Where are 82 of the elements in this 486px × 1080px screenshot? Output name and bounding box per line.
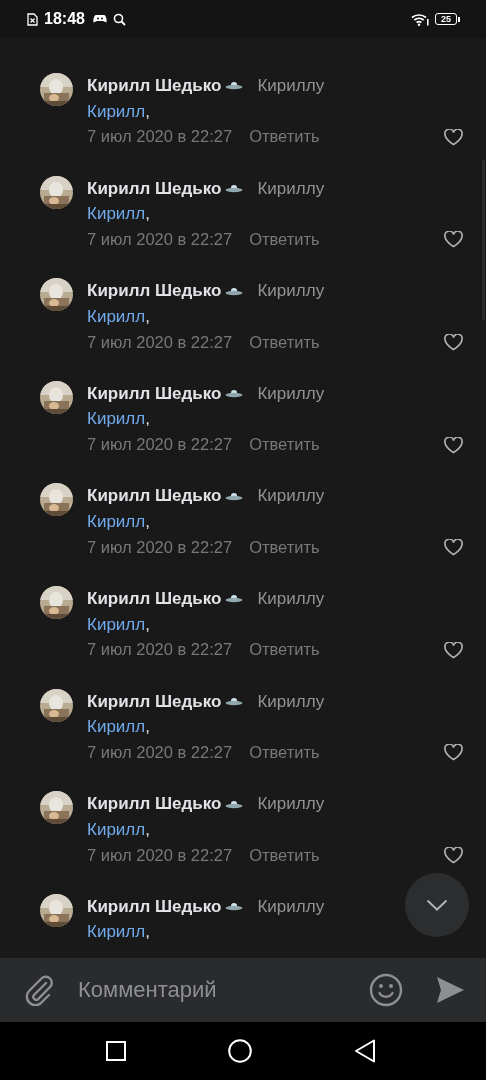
ufo-icon: [225, 594, 244, 604]
reply-to-name[interactable]: Кириллу: [257, 688, 325, 715]
comment-text: ,: [145, 818, 150, 841]
reply-link[interactable]: Ответить: [249, 842, 320, 869]
ufo-icon: [225, 696, 244, 706]
comment-text: ,: [145, 716, 150, 739]
ufo-icon: [225, 799, 244, 809]
mention-link[interactable]: Кирилл: [87, 919, 146, 946]
author-name[interactable]: Кирилл Шедько: [87, 73, 222, 99]
wifi-icon: [411, 12, 429, 26]
comment-date: 7 июл 2020 в 22:27: [87, 331, 233, 353]
reply-to-name[interactable]: Кириллу: [257, 791, 325, 817]
mention-link[interactable]: Кирилл: [87, 303, 146, 330]
mention-link[interactable]: Кирилл: [87, 611, 146, 638]
comment-text: ,: [145, 203, 150, 226]
heart-icon[interactable]: [444, 231, 463, 249]
recents-button[interactable]: [106, 1041, 126, 1061]
comment-date: 7 июл 2020 в 22:27: [87, 844, 233, 866]
comment-date: 7 июл 2020 в 22:27: [87, 434, 233, 456]
heart-icon[interactable]: [444, 436, 463, 454]
author-name[interactable]: Кирилл Шедько: [87, 380, 222, 407]
home-button[interactable]: [228, 1039, 252, 1063]
reply-to-name[interactable]: Кириллу: [257, 73, 325, 99]
comment-text: ,: [145, 921, 150, 944]
comment-text: ,: [145, 613, 150, 636]
reply-link[interactable]: Ответить: [249, 534, 320, 561]
comment-text: ,: [145, 100, 150, 123]
search-icon: [112, 12, 126, 26]
comment-date: 7 июл 2020 в 22:27: [87, 639, 233, 661]
reply-link[interactable]: Ответить: [249, 329, 320, 356]
chevron-down-icon: [426, 899, 448, 911]
ufo-icon: [225, 389, 244, 399]
heart-icon[interactable]: [444, 539, 463, 557]
heart-icon[interactable]: [444, 128, 463, 146]
reply-to-name[interactable]: Кириллу: [257, 278, 325, 304]
heart-icon[interactable]: [444, 333, 463, 351]
back-button[interactable]: [354, 1039, 376, 1063]
heart-icon[interactable]: [444, 846, 463, 864]
gamepad-icon: [92, 14, 107, 24]
reply-to-name[interactable]: Кириллу: [257, 175, 325, 202]
comment-text: ,: [145, 511, 150, 534]
author-name[interactable]: Кирилл Шедько: [87, 791, 222, 817]
file-icon: [27, 12, 38, 26]
author-name[interactable]: Кирилл Шедько: [87, 175, 222, 202]
author-name[interactable]: Кирилл Шедько: [87, 278, 222, 304]
reply-to-name[interactable]: Кириллу: [257, 893, 325, 920]
reply-link[interactable]: Ответить: [249, 739, 320, 766]
mention-link[interactable]: Кирилл: [87, 406, 146, 433]
paperclip-icon[interactable]: [24, 974, 54, 1006]
comment-date: 7 июл 2020 в 22:27: [87, 126, 233, 148]
ufo-icon: [225, 491, 244, 501]
mention-link[interactable]: Кирилл: [87, 509, 146, 535]
reply-link[interactable]: Ответить: [249, 432, 320, 458]
heart-icon[interactable]: [444, 641, 463, 659]
reply-to-name[interactable]: Кириллу: [257, 380, 325, 407]
comment-text: ,: [145, 305, 150, 328]
send-icon[interactable]: [436, 976, 464, 1004]
mention-link[interactable]: Кирилл: [87, 98, 146, 125]
comment-text: ,: [145, 408, 150, 431]
smiley-icon[interactable]: [369, 973, 403, 1007]
heart-icon[interactable]: [444, 744, 463, 762]
ufo-icon: [225, 902, 244, 912]
reply-to-name[interactable]: Кириллу: [257, 483, 325, 510]
mention-link[interactable]: Кирилл: [87, 714, 146, 740]
reply-link[interactable]: Ответить: [249, 637, 320, 664]
comment-date: 7 июл 2020 в 22:27: [87, 229, 233, 250]
mention-link[interactable]: Кирилл: [87, 816, 146, 843]
ufo-icon: [225, 183, 244, 193]
reply-link[interactable]: Ответить: [249, 124, 320, 151]
author-name[interactable]: Кирилл Шедько: [87, 893, 222, 920]
comment-date: 7 июл 2020 в 22:27: [87, 741, 233, 763]
reply-link[interactable]: Ответить: [249, 227, 320, 253]
clock: 18:48: [44, 10, 85, 28]
reply-to-name[interactable]: Кириллу: [257, 585, 325, 612]
author-name[interactable]: Кирилл Шедько: [87, 483, 222, 510]
ufo-icon: [225, 81, 244, 91]
author-name[interactable]: Кирилл Шедько: [87, 688, 222, 715]
author-name[interactable]: Кирилл Шедько: [87, 585, 222, 612]
mention-link[interactable]: Кирилл: [87, 201, 146, 227]
ufo-icon: [225, 286, 244, 296]
battery-level: 25: [435, 13, 457, 25]
comment-date: 7 июл 2020 в 22:27: [87, 536, 233, 558]
